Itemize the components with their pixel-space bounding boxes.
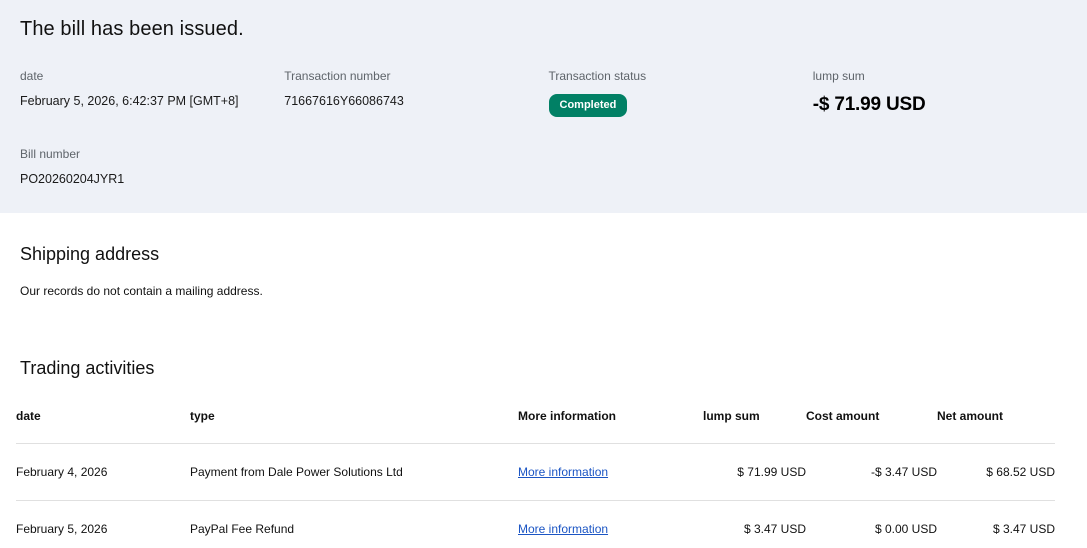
field-transaction-status: Transaction status Completed (548, 69, 803, 117)
field-lump-sum: lump sum -$ 71.99 USD (813, 69, 1067, 117)
trading-activities-title: Trading activities (20, 358, 155, 378)
field-label: Transaction status (548, 69, 647, 83)
table-header-row: date type More information lump sum Cost… (16, 403, 1055, 444)
table-row: February 4, 2026 Payment from Dale Power… (16, 443, 1055, 501)
cell-net-amount: $ 3.47 USD (937, 500, 1055, 548)
cell-date: February 4, 2026 (16, 443, 190, 501)
shipping-address-title: Shipping address (20, 244, 160, 264)
cell-cost-amount: -$ 3.47 USD (806, 443, 937, 501)
field-label: date (20, 69, 44, 83)
cell-net-amount: $ 68.52 USD (937, 443, 1055, 501)
page-title: The bill has been issued. (20, 18, 244, 40)
status-badge: Completed (548, 94, 628, 117)
field-bill-number: Bill number PO20260204JYR1 (20, 147, 1067, 186)
transaction-summary-fields: date February 5, 2026, 6:42:37 PM [GMT+8… (20, 69, 1067, 117)
more-information-link[interactable]: More information (518, 465, 608, 479)
column-header-cost-amount: Cost amount (806, 403, 937, 444)
field-label: lump sum (812, 69, 865, 83)
cell-lump-sum: $ 3.47 USD (703, 500, 806, 548)
column-header-date: date (16, 403, 190, 444)
column-header-more-information: More information (518, 403, 703, 444)
cell-type: PayPal Fee Refund (190, 500, 518, 548)
field-value: 71667616Y66086743 (284, 94, 404, 108)
column-header-net-amount: Net amount (937, 403, 1055, 444)
shipping-address-message: Our records do not contain a mailing add… (20, 284, 263, 298)
shipping-address-section: Shipping address Our records do not cont… (0, 244, 1087, 298)
cell-type: Payment from Dale Power Solutions Ltd (190, 443, 518, 501)
cell-lump-sum: $ 71.99 USD (703, 443, 806, 501)
table-row: February 5, 2026 PayPal Fee Refund More … (16, 500, 1055, 548)
trading-activities-section: Trading activities date type More inform… (0, 358, 1087, 548)
cell-date: February 5, 2026 (16, 500, 190, 548)
trading-activities-table: date type More information lump sum Cost… (16, 403, 1055, 548)
field-label: Transaction number (284, 69, 391, 83)
field-label: Bill number (20, 147, 81, 161)
field-date: date February 5, 2026, 6:42:37 PM [GMT+8… (20, 69, 274, 117)
field-value: PO20260204JYR1 (20, 172, 125, 186)
column-header-type: type (190, 403, 518, 444)
field-transaction-number: Transaction number 71667616Y66086743 (284, 69, 538, 117)
cell-cost-amount: $ 0.00 USD (806, 500, 937, 548)
lump-sum-amount: -$ 71.99 USD (812, 94, 926, 115)
more-information-link[interactable]: More information (518, 522, 608, 536)
column-header-lump-sum: lump sum (703, 403, 806, 444)
field-value: February 5, 2026, 6:42:37 PM [GMT+8] (20, 94, 239, 108)
status-banner: The bill has been issued. date February … (0, 0, 1087, 213)
